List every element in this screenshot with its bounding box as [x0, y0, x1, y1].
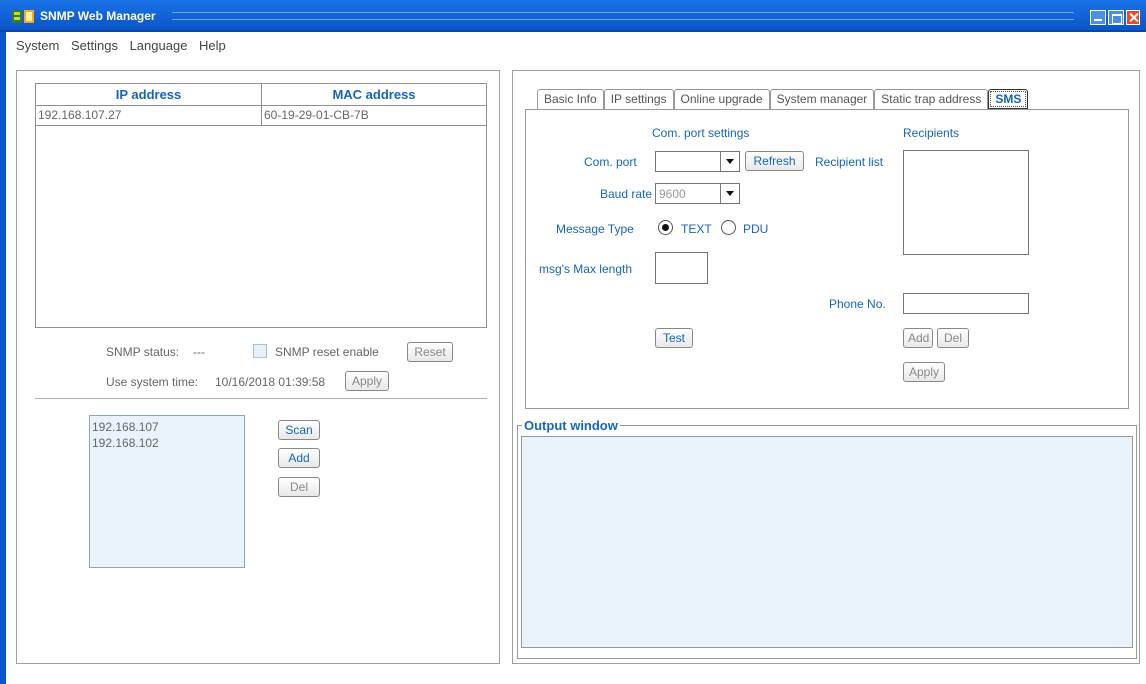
tab-system-manager[interactable]: System manager: [769, 89, 875, 109]
message-type-label: Message Type: [556, 222, 634, 236]
reset-button[interactable]: Reset: [407, 342, 453, 362]
snmp-reset-checkbox[interactable]: [253, 344, 267, 358]
phone-label: Phone No.: [829, 297, 886, 311]
snmp-status-value: ---: [193, 345, 205, 359]
system-time-value: 10/16/2018 01:39:58: [215, 375, 326, 389]
baud-rate-select[interactable]: 9600: [655, 183, 740, 204]
table-row[interactable]: 192.168.107.27 60-19-29-01-CB-7B: [36, 106, 486, 126]
max-length-label: msg's Max length: [539, 262, 632, 276]
menu-settings[interactable]: Settings: [71, 38, 118, 53]
column-header-ip[interactable]: IP address: [36, 84, 262, 105]
add-recipient-button[interactable]: Add: [903, 328, 933, 348]
radio-pdu-label: PDU: [743, 222, 769, 236]
output-area[interactable]: [521, 436, 1133, 648]
scan-button[interactable]: Scan: [278, 420, 320, 440]
recipient-list-label: Recipient list: [815, 155, 884, 169]
minimize-button[interactable]: [1090, 10, 1106, 25]
test-button[interactable]: Test: [655, 328, 693, 348]
title-bar[interactable]: SNMP Web Manager: [0, 0, 1146, 32]
phone-input[interactable]: [903, 293, 1029, 314]
baud-rate-label: Baud rate: [600, 187, 653, 201]
tab-static-trap-address[interactable]: Static trap address: [874, 89, 989, 109]
list-item[interactable]: 192.168.102: [92, 435, 242, 451]
system-time-label: Use system time:: [106, 375, 199, 389]
title-bar-lines: [172, 12, 1074, 20]
radio-text-label: TEXT: [681, 222, 712, 236]
output-group: Output window: [517, 418, 1137, 659]
tab-basic-info[interactable]: Basic Info: [537, 89, 604, 109]
tab-ip-settings[interactable]: IP settings: [603, 89, 674, 109]
settings-panel: Basic Info IP settings Online upgrade Sy…: [512, 70, 1140, 664]
window-title: SNMP Web Manager: [40, 9, 156, 23]
apply-time-button[interactable]: Apply: [345, 371, 389, 391]
column-header-mac[interactable]: MAC address: [262, 84, 486, 105]
device-table: IP address MAC address 192.168.107.27 60…: [35, 83, 487, 328]
recipient-list[interactable]: [903, 150, 1029, 255]
del-subnet-button[interactable]: Del: [278, 477, 320, 497]
app-icon: [12, 10, 34, 23]
refresh-button[interactable]: Refresh: [745, 151, 804, 171]
output-title: Output window: [522, 418, 620, 433]
menu-system[interactable]: System: [16, 38, 59, 53]
recipients-title: Recipients: [903, 126, 960, 140]
menu-help[interactable]: Help: [199, 38, 226, 53]
snmp-status-label: SNMP status:: [106, 345, 180, 359]
max-length-input[interactable]: [655, 252, 708, 284]
chevron-down-icon[interactable]: [720, 184, 739, 203]
close-button[interactable]: [1126, 10, 1140, 25]
radio-text[interactable]: [658, 220, 673, 235]
snmp-reset-label: SNMP reset enable: [275, 345, 379, 359]
cell-mac: 60-19-29-01-CB-7B: [264, 108, 369, 122]
com-section-title: Com. port settings: [652, 126, 750, 140]
divider: [35, 398, 487, 399]
menu-bar: System Settings Language Help: [16, 38, 234, 53]
com-port-label: Com. port: [584, 155, 637, 169]
subnet-list[interactable]: 192.168.107 192.168.102: [89, 415, 245, 568]
tab-online-upgrade[interactable]: Online upgrade: [673, 89, 770, 109]
device-panel: IP address MAC address 192.168.107.27 60…: [16, 70, 500, 664]
list-item[interactable]: 192.168.107: [92, 419, 242, 435]
apply-sms-button[interactable]: Apply: [903, 362, 945, 382]
tab-bar: Basic Info IP settings Online upgrade Sy…: [537, 89, 1029, 109]
cell-ip: 192.168.107.27: [36, 106, 262, 125]
tab-sms[interactable]: SMS: [988, 89, 1029, 109]
sms-tab-content: Com. port settings Recipients Com. port …: [525, 109, 1129, 409]
chevron-down-icon[interactable]: [720, 152, 739, 171]
device-table-header: IP address MAC address: [36, 84, 486, 106]
add-subnet-button[interactable]: Add: [278, 448, 320, 468]
menu-language[interactable]: Language: [130, 38, 188, 53]
radio-pdu[interactable]: [721, 220, 736, 235]
del-recipient-button[interactable]: Del: [937, 328, 969, 348]
com-port-select[interactable]: [655, 151, 740, 172]
baud-rate-value: 9600: [659, 187, 686, 201]
maximize-button[interactable]: [1108, 10, 1124, 25]
